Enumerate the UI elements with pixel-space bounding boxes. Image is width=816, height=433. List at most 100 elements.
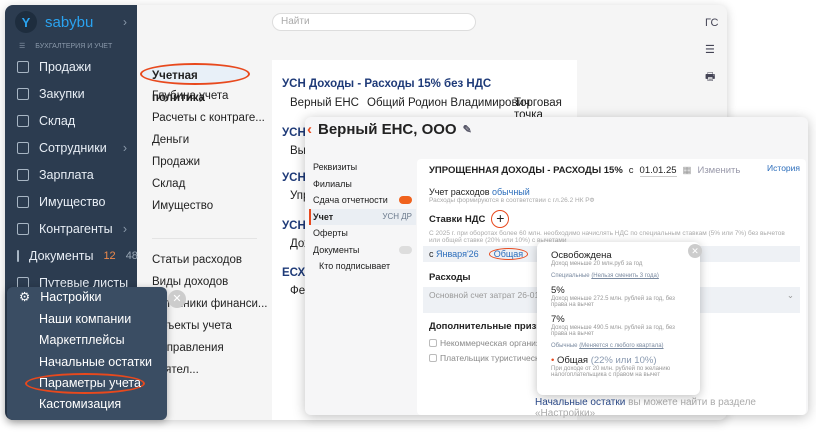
nav-item[interactable]: Склад <box>137 173 272 195</box>
checkbox[interactable] <box>429 339 437 347</box>
wallet-icon <box>17 169 29 181</box>
close-icon[interactable]: ✕ <box>688 244 702 258</box>
back-icon[interactable]: ‹ <box>307 121 312 138</box>
sidebar-item-sales[interactable]: Продажи <box>5 53 137 80</box>
rate-value-link[interactable]: Общая <box>489 248 528 260</box>
nav-item[interactable]: Продажи <box>137 151 272 173</box>
person-link[interactable]: Общий Родион Владимирович <box>367 97 530 109</box>
menu-item-opening-balances[interactable]: Начальные остатки <box>7 352 167 374</box>
search-input[interactable]: Найти <box>272 13 476 31</box>
warehouse-icon <box>17 115 29 127</box>
from-label: с <box>629 165 634 177</box>
chevron-down-icon: ⌄ <box>787 290 794 301</box>
option-rates: (22% или 10%) <box>591 355 657 366</box>
menu-icon[interactable]: ☰ <box>19 42 25 50</box>
group-note: (Нельзя сменить 3 года) <box>591 273 659 279</box>
option-label: Освобождена <box>551 250 686 261</box>
vat-rate-popup: ✕ ОсвобожденаДоход меньше 20 млн.руб за … <box>537 242 700 395</box>
card-title: ‹Верный ЕНС, ООО✎ <box>307 121 472 138</box>
filter-icon[interactable]: ☰ <box>705 43 715 56</box>
send-icon <box>17 250 19 262</box>
option-desc: Доход меньше 20 млн.руб за год <box>551 261 686 267</box>
card-nav: Реквизиты Филиалы Сдача отчетности УчетУ… <box>313 159 416 275</box>
group-note: (Меняется с любого квартала) <box>579 343 663 349</box>
settings-header[interactable]: ⚙Настройки <box>7 287 167 309</box>
reporting-toggle[interactable] <box>399 196 412 204</box>
option-5[interactable]: 5%Доход меньше 272.5 млн. рублей за год,… <box>551 285 686 308</box>
contractors-icon <box>17 223 29 235</box>
option-label: 7% <box>551 314 686 325</box>
documents-toggle[interactable] <box>399 246 412 254</box>
change-link[interactable]: Изменить <box>698 165 741 177</box>
add-vat-button[interactable]: + <box>491 210 509 228</box>
nav-branches[interactable]: Филиалы <box>313 176 416 193</box>
expense-label: Учет расходов <box>429 187 490 197</box>
group-label: Специальные <box>551 273 590 279</box>
expense-mode-link[interactable]: обычный <box>492 187 530 197</box>
regime-heading: УСН <box>282 127 306 139</box>
chevron-right-icon[interactable]: › <box>123 15 127 29</box>
sidebar-item-purchases[interactable]: Закупки <box>5 80 137 107</box>
sidebar-item-employees[interactable]: Сотрудники› <box>5 134 137 161</box>
edit-icon[interactable]: ✎ <box>463 123 472 136</box>
nav-reporting[interactable]: Сдача отчетности <box>313 192 416 209</box>
regime-heading: УСН <box>282 220 306 232</box>
regime-title: УПРОЩЕННАЯ ДОХОДЫ - РАСХОДЫ 15% <box>429 165 623 177</box>
purchases-icon <box>17 88 29 100</box>
regime-heading: УСН <box>282 172 306 184</box>
chevron-right-icon: › <box>123 222 127 236</box>
sales-icon <box>17 61 29 73</box>
chevron-right-icon: › <box>123 141 127 155</box>
calendar-icon[interactable]: ▦ <box>683 165 692 177</box>
sidebar-item-contractors[interactable]: Контрагенты› <box>5 215 137 242</box>
sidebar-item-property[interactable]: Имущество <box>5 188 137 215</box>
nav-offers[interactable]: Оферты <box>313 225 416 242</box>
sidebar-item-documents[interactable]: Документы1248 <box>5 242 137 269</box>
option-label: 5% <box>551 285 686 296</box>
nav-signers[interactable]: Кто подписывает <box>313 258 416 275</box>
checkbox[interactable] <box>429 354 437 362</box>
date-input[interactable]: 01.01.25 <box>640 165 677 177</box>
opening-balances-link[interactable]: Начальные остатки <box>535 397 625 408</box>
nav-item[interactable]: Глубина учета <box>137 85 272 107</box>
footer-hint: Начальные остатки вы можете найти в разд… <box>535 397 816 419</box>
option-7[interactable]: 7%Доход меньше 490.5 млн. рублей за год,… <box>551 314 686 337</box>
company-link[interactable]: Верный ЕНС <box>290 97 359 109</box>
sidebar-item-warehouse[interactable]: Склад <box>5 107 137 134</box>
menu-item-our-companies[interactable]: Наши компании <box>7 309 167 331</box>
gear-icon: ⚙ <box>19 287 30 309</box>
expense-note: Расходы формируются в соответствии с гл.… <box>429 197 794 204</box>
nav-accounting[interactable]: УчетУСН ДР <box>309 209 416 226</box>
monitor-icon <box>17 196 29 208</box>
rate-date-link[interactable]: Января'26 <box>436 249 479 259</box>
menu-item-customization[interactable]: Кастомизация <box>7 394 167 416</box>
employees-icon <box>17 142 29 154</box>
logo[interactable]: Ysabybu› <box>5 5 137 39</box>
history-link[interactable]: История <box>767 163 800 173</box>
user-avatar[interactable]: ГС <box>705 17 718 29</box>
nav-item[interactable]: Статьи расходов <box>137 249 272 271</box>
close-icon[interactable]: ✕ <box>168 290 186 308</box>
nav-item[interactable]: Расчеты с контраге... <box>137 107 272 129</box>
row-text: Вы <box>290 145 306 157</box>
menu-item-marketplaces[interactable]: Маркетплейсы <box>7 330 167 352</box>
option-general[interactable]: • Общая (22% или 10%)При доходе от 20 мл… <box>551 355 686 378</box>
nav-accounting-policy[interactable]: Учетная политика <box>140 63 250 85</box>
menu-item-accounting-params[interactable]: Параметры учета <box>25 373 145 394</box>
option-desc: Доход меньше 490.5 млн. рублей за год, б… <box>551 325 686 337</box>
nav-documents[interactable]: Документы <box>313 242 416 259</box>
rate-from: с <box>429 249 434 259</box>
nav-item[interactable]: Имущество <box>137 195 272 217</box>
sidebar-item-salary[interactable]: Зарплата <box>5 161 137 188</box>
group-label: Обычные <box>551 343 578 349</box>
nav-item[interactable]: Деньги <box>137 129 272 151</box>
print-icon[interactable]: 🖶 <box>705 68 715 87</box>
option-exempt[interactable]: ОсвобожденаДоход меньше 20 млн.руб за го… <box>551 250 686 267</box>
regime-heading[interactable]: УСН Доходы - Расходы 15% без НДС <box>282 78 491 90</box>
group-regular: Обычные (Меняется с любого квартала) <box>551 343 686 349</box>
nav-requisites[interactable]: Реквизиты <box>313 159 416 176</box>
section-label: ☰БУХГАЛТЕРИЯ И УЧЕТ <box>5 39 137 53</box>
group-special: Специальные (Нельзя сменить 3 года) <box>551 273 686 279</box>
selected-dot-icon: • <box>551 355 554 366</box>
vat-title: Ставки НДС <box>429 214 485 225</box>
